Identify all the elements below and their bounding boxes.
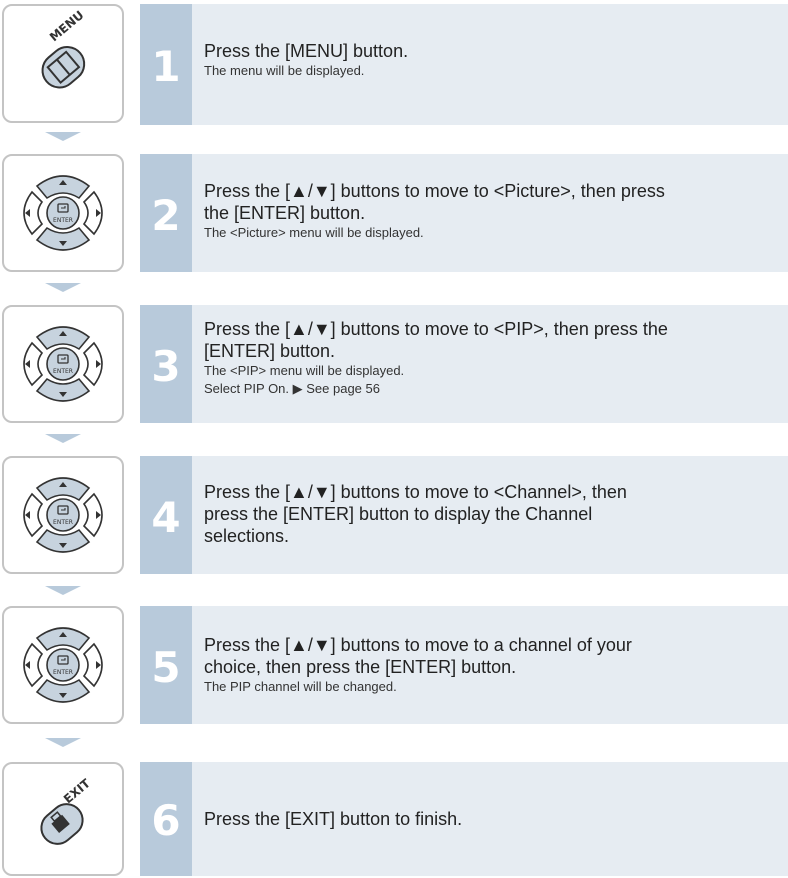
step-5-icon-box: ENTER xyxy=(2,606,124,724)
step-6: EXIT 6 Press the [EXIT] button to finish… xyxy=(0,762,788,876)
step-1-number-column: 1 xyxy=(140,4,192,125)
step-5: ENTER 5 Press the [▲/▼] buttons to move … xyxy=(0,606,788,724)
step-6-icon-box: EXIT xyxy=(2,762,124,876)
step-number: 3 xyxy=(151,342,181,391)
step-3-instruction-line: [ENTER] button. xyxy=(204,341,336,361)
step-2-icon-box: ENTER xyxy=(2,154,124,272)
step-2: ENTER 2 Press the [▲/▼] buttons to move … xyxy=(0,154,788,272)
step-4: ENTER 4 Press the [▲/▼] buttons to move … xyxy=(0,456,788,574)
step-4-content: Press the [▲/▼] buttons to move to <Chan… xyxy=(192,456,788,574)
down-arrow-icon xyxy=(45,132,81,141)
step-1-note: The menu will be displayed. xyxy=(204,63,365,78)
directional-pad-icon: ENTER xyxy=(23,477,103,553)
step-6-instruction: Press the [EXIT] button to finish. xyxy=(204,809,463,829)
menu-button-icon: MENU xyxy=(41,8,87,89)
step-3-content: Press the [▲/▼] buttons to move to <PIP>… xyxy=(192,305,788,423)
step-5-instruction-line: Press the [▲/▼] buttons to move to a cha… xyxy=(204,635,632,655)
directional-pad-icon: ENTER xyxy=(23,326,103,402)
step-number: 4 xyxy=(151,493,181,542)
step-number: 2 xyxy=(151,191,181,240)
step-3-instruction-line: Press the [▲/▼] buttons to move to <PIP>… xyxy=(204,319,668,339)
step-1-icon-box: MENU xyxy=(2,4,124,123)
step-1-content: Press the [MENU] button. The menu will b… xyxy=(192,4,788,125)
step-5-instruction-line: choice, then press the [ENTER] button. xyxy=(204,657,517,677)
step-3-number-column: 3 xyxy=(140,305,192,423)
step-3-icon-box: ENTER xyxy=(2,305,124,423)
enter-icon-label: ENTER xyxy=(53,669,73,676)
step-2-note: The <Picture> menu will be displayed. xyxy=(204,225,424,240)
menu-icon-label: MENU xyxy=(47,8,87,44)
exit-button-icon: EXIT xyxy=(40,776,94,845)
step-2-content: Press the [▲/▼] buttons to move to <Pict… xyxy=(192,154,788,272)
down-arrow-icon xyxy=(45,434,81,443)
directional-pad-icon: ENTER xyxy=(23,175,103,251)
step-6-number-column: 6 xyxy=(140,762,192,876)
step-6-content: Press the [EXIT] button to finish. xyxy=(192,762,788,876)
step-2-number-column: 2 xyxy=(140,154,192,272)
enter-icon-label: ENTER xyxy=(53,368,73,375)
exit-icon-label: EXIT xyxy=(61,776,94,807)
step-3-page-reference: Select PIP On. ▶ See page 56 xyxy=(204,381,380,396)
step-3-note: The <PIP> menu will be displayed. xyxy=(204,363,405,378)
step-4-number-column: 4 xyxy=(140,456,192,574)
step-5-number-column: 5 xyxy=(140,606,192,724)
step-2-instruction-line: the [ENTER] button. xyxy=(204,203,366,223)
step-1: MENU 1 Press the [MENU] button. The menu… xyxy=(0,4,788,125)
down-arrow-icon xyxy=(45,283,81,292)
step-4-icon-box: ENTER xyxy=(2,456,124,574)
step-number: 5 xyxy=(151,643,181,692)
step-number: 1 xyxy=(151,42,181,91)
step-4-instruction-line: press the [ENTER] button to display the … xyxy=(204,504,593,524)
step-5-content: Press the [▲/▼] buttons to move to a cha… xyxy=(192,606,788,724)
down-arrow-icon xyxy=(45,586,81,595)
directional-pad-icon: ENTER xyxy=(23,627,103,703)
step-2-instruction-line: Press the [▲/▼] buttons to move to <Pict… xyxy=(204,181,665,201)
step-5-note: The PIP channel will be changed. xyxy=(204,679,397,694)
enter-icon-label: ENTER xyxy=(53,217,73,224)
down-arrow-icon xyxy=(45,738,81,747)
step-4-instruction-line: selections. xyxy=(204,526,290,546)
enter-icon-label: ENTER xyxy=(53,519,73,526)
step-4-instruction-line: Press the [▲/▼] buttons to move to <Chan… xyxy=(204,482,627,502)
step-number: 6 xyxy=(151,796,181,845)
step-3: ENTER 3 Press the [▲/▼] buttons to move … xyxy=(0,305,788,423)
step-1-instruction: Press the [MENU] button. xyxy=(204,41,409,61)
